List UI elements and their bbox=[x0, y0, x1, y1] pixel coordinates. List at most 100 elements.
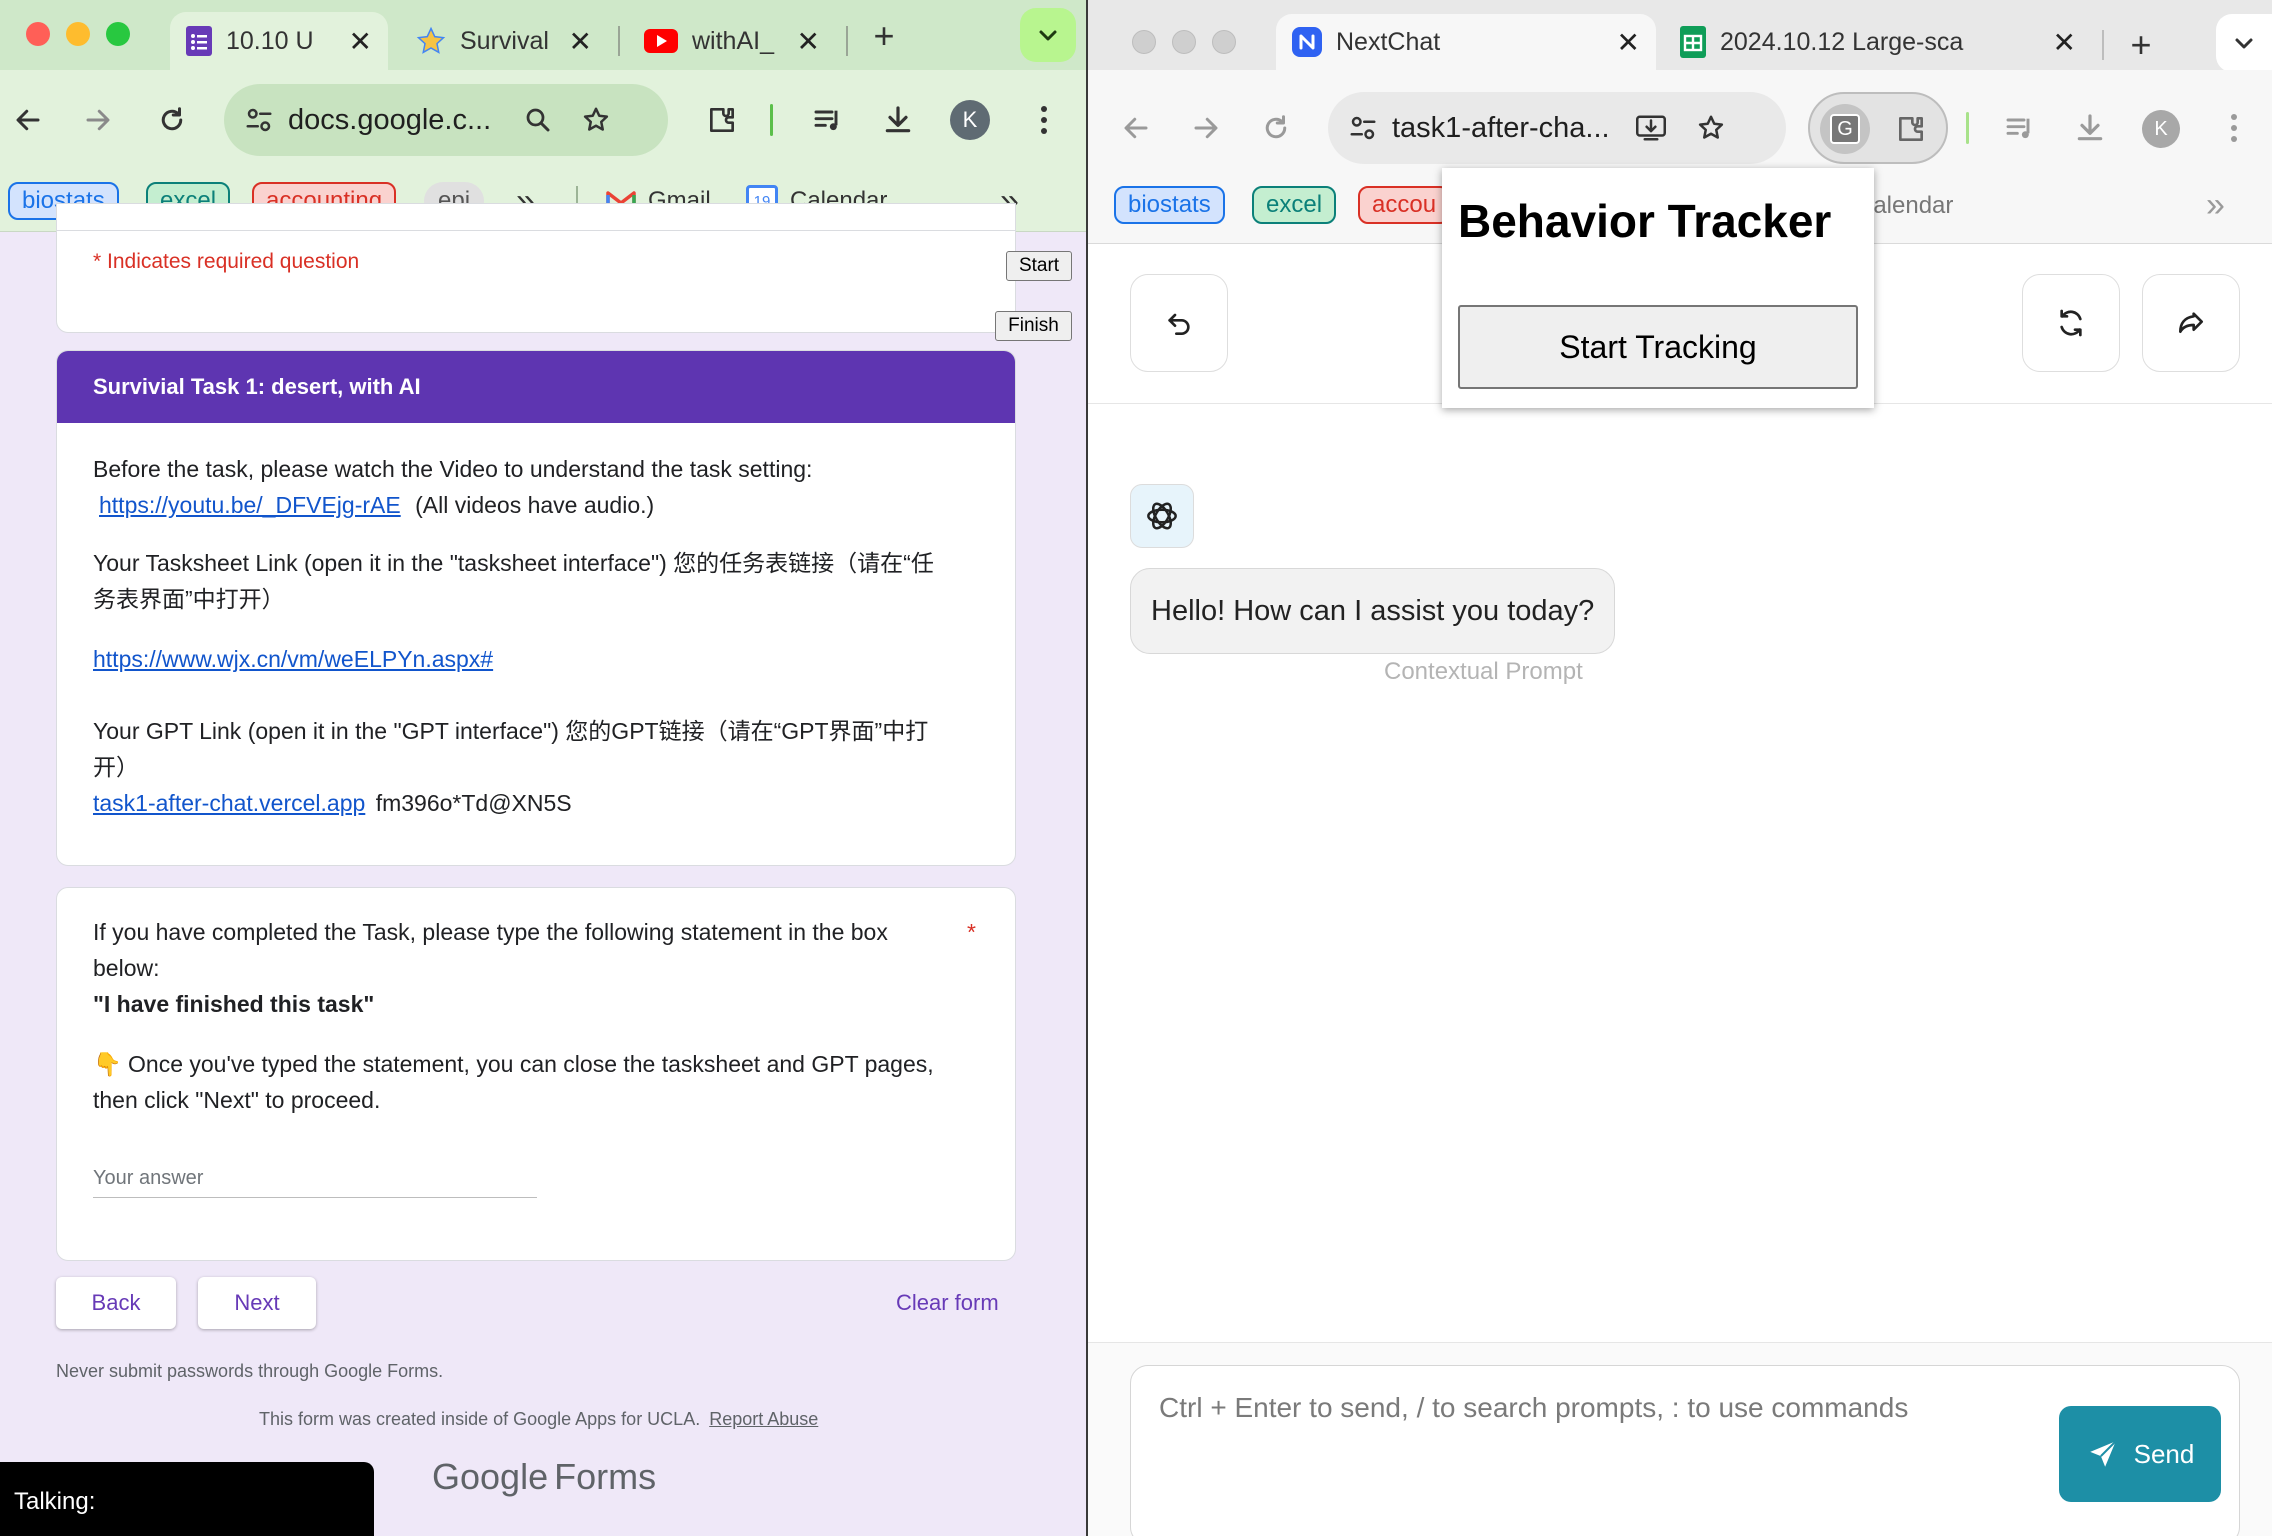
start-button[interactable]: Start bbox=[1006, 251, 1072, 281]
tab-survival[interactable]: Survival ✕ bbox=[400, 12, 608, 70]
tab-search-button[interactable] bbox=[2216, 14, 2272, 72]
tab-divider bbox=[618, 26, 620, 56]
behavior-tracker-popup: Behavior Tracker Start Tracking bbox=[1442, 168, 1874, 408]
close-tab-icon[interactable]: ✕ bbox=[797, 25, 820, 58]
close-tab-icon[interactable]: ✕ bbox=[2053, 26, 2076, 59]
behavior-tracker-extension-button[interactable]: G bbox=[1820, 104, 1870, 154]
section-title: Survivial Task 1: desert, with AI bbox=[93, 374, 421, 399]
tab-nextchat[interactable]: NextChat ✕ bbox=[1276, 14, 1656, 70]
address-bar[interactable]: docs.google.c... bbox=[224, 84, 668, 156]
new-tab-button[interactable]: + bbox=[2118, 22, 2164, 68]
extensions-icon[interactable] bbox=[700, 98, 744, 142]
logo-google: Google bbox=[432, 1456, 549, 1497]
next-button[interactable]: Next bbox=[198, 1277, 316, 1329]
talking-overlay: Talking: bbox=[0, 1462, 374, 1536]
media-control-icon[interactable] bbox=[1998, 106, 2042, 150]
google-forms-logo[interactable]: Google Forms bbox=[432, 1455, 656, 1499]
gpt-text-2: 开） bbox=[93, 754, 139, 780]
answer-input[interactable]: Your answer bbox=[93, 1158, 537, 1198]
chat-input-placeholder: Ctrl + Enter to send, / to search prompt… bbox=[1159, 1392, 1909, 1423]
talking-label: Talking: bbox=[14, 1488, 96, 1515]
tab-divider bbox=[2102, 30, 2104, 60]
google-forms-icon bbox=[186, 26, 212, 56]
refresh-button[interactable] bbox=[2022, 274, 2120, 372]
bookmark-star-icon[interactable] bbox=[581, 105, 611, 135]
tab-youtube[interactable]: withAI_ ✕ bbox=[628, 12, 836, 70]
right-toolbar: task1-after-cha... G K bbox=[1088, 70, 2272, 182]
close-tab-icon[interactable]: ✕ bbox=[1617, 26, 1640, 59]
back-icon[interactable] bbox=[1114, 106, 1158, 150]
download-icon[interactable] bbox=[2068, 106, 2112, 150]
bot-avatar bbox=[1130, 484, 1194, 548]
return-button[interactable] bbox=[1130, 274, 1228, 372]
more-menu-icon[interactable] bbox=[2212, 106, 2256, 150]
bookmarks-overflow-button[interactable]: » bbox=[2206, 184, 2225, 226]
address-bar[interactable]: task1-after-cha... bbox=[1328, 92, 1786, 164]
chat-input[interactable]: Ctrl + Enter to send, / to search prompt… bbox=[1130, 1365, 2240, 1536]
bookmark-label: excel bbox=[1266, 191, 1323, 218]
share-button[interactable] bbox=[2142, 274, 2240, 372]
forward-icon[interactable] bbox=[76, 98, 120, 142]
minimize-window-button[interactable] bbox=[1172, 30, 1196, 54]
install-app-icon[interactable] bbox=[1634, 113, 1668, 143]
start-tracking-button[interactable]: Start Tracking bbox=[1458, 305, 1858, 389]
chevron-down-icon bbox=[1036, 23, 1060, 47]
undo-arrow-icon bbox=[1163, 307, 1195, 339]
section-card: Survivial Task 1: desert, with AI Before… bbox=[56, 350, 1016, 866]
clear-form-button[interactable]: Clear form bbox=[896, 1285, 999, 1321]
send-icon bbox=[2086, 1437, 2120, 1471]
gpt-text-1: Your GPT Link (open it in the "GPT inter… bbox=[93, 718, 929, 744]
media-control-icon[interactable] bbox=[806, 98, 850, 142]
back-button[interactable]: Back bbox=[56, 1277, 176, 1329]
back-icon[interactable] bbox=[6, 98, 50, 142]
gpt-link[interactable]: task1-after-chat.vercel.app bbox=[93, 790, 365, 816]
extensions-icon[interactable] bbox=[1888, 106, 1934, 152]
close-window-button[interactable] bbox=[1132, 30, 1156, 54]
site-settings-icon[interactable] bbox=[1348, 113, 1378, 143]
report-abuse-link[interactable]: Report Abuse bbox=[709, 1409, 818, 1429]
bookmark-accounting[interactable]: accou bbox=[1358, 186, 1451, 224]
footer-line: This form was created inside of Google A… bbox=[259, 1401, 818, 1437]
contextual-prompt-label[interactable]: Contextual Prompt bbox=[1384, 658, 1583, 686]
tab-search-button[interactable] bbox=[1020, 8, 1076, 62]
zoom-search-icon[interactable] bbox=[523, 105, 553, 135]
minimize-window-button[interactable] bbox=[66, 22, 90, 46]
bookmark-biostats[interactable]: biostats bbox=[1114, 186, 1225, 224]
required-note: * Indicates required question bbox=[93, 250, 360, 273]
new-tab-button[interactable]: + bbox=[862, 14, 906, 58]
left-tab-strip: 10.10 U ✕ Survival ✕ withAI_ ✕ + bbox=[0, 0, 1088, 70]
more-menu-icon[interactable] bbox=[1022, 98, 1066, 142]
tab-title: withAI_ bbox=[692, 26, 774, 55]
video-note: (All videos have audio.) bbox=[415, 492, 655, 518]
tab-title: 10.10 U bbox=[226, 26, 314, 55]
bookmark-excel[interactable]: excel bbox=[1252, 186, 1337, 224]
tasksheet-link[interactable]: https://www.wjx.cn/vm/weELPYn.aspx# bbox=[93, 641, 493, 677]
youtube-icon bbox=[644, 29, 678, 53]
close-tab-icon[interactable]: ✕ bbox=[569, 25, 592, 58]
send-label: Send bbox=[2133, 1438, 2195, 1469]
reload-icon[interactable] bbox=[150, 98, 194, 142]
tab-google-sheets[interactable]: 2024.10.12 Large-sca ✕ bbox=[1664, 14, 2092, 70]
tab-title: 2024.10.12 Large-sca bbox=[1720, 27, 1964, 56]
finish-button[interactable]: Finish bbox=[995, 311, 1072, 341]
profile-avatar[interactable]: K bbox=[2142, 110, 2180, 148]
profile-avatar[interactable]: K bbox=[950, 100, 990, 140]
tab-google-form[interactable]: 10.10 U ✕ bbox=[170, 12, 388, 70]
openai-icon bbox=[1141, 495, 1183, 537]
close-tab-icon[interactable]: ✕ bbox=[349, 25, 372, 58]
video-link[interactable]: https://youtu.be/_DFVEjg-rAE bbox=[99, 492, 401, 518]
send-button[interactable]: Send bbox=[2059, 1406, 2221, 1502]
reload-icon[interactable] bbox=[1254, 106, 1298, 150]
tasksheet-text-2: 务表界面”中打开） bbox=[93, 586, 285, 612]
forward-icon[interactable] bbox=[1184, 106, 1228, 150]
tracker-title: Behavior Tracker bbox=[1458, 195, 1832, 247]
toolbar-divider bbox=[770, 104, 773, 136]
download-icon[interactable] bbox=[876, 98, 920, 142]
site-settings-icon[interactable] bbox=[244, 105, 274, 135]
video-line: https://youtu.be/_DFVEjg-rAE (All videos… bbox=[99, 487, 654, 523]
address-text: task1-after-cha... bbox=[1392, 111, 1610, 144]
maximize-window-button[interactable] bbox=[1212, 30, 1236, 54]
close-window-button[interactable] bbox=[26, 22, 50, 46]
maximize-window-button[interactable] bbox=[106, 22, 130, 46]
bookmark-star-icon[interactable] bbox=[1696, 113, 1726, 143]
